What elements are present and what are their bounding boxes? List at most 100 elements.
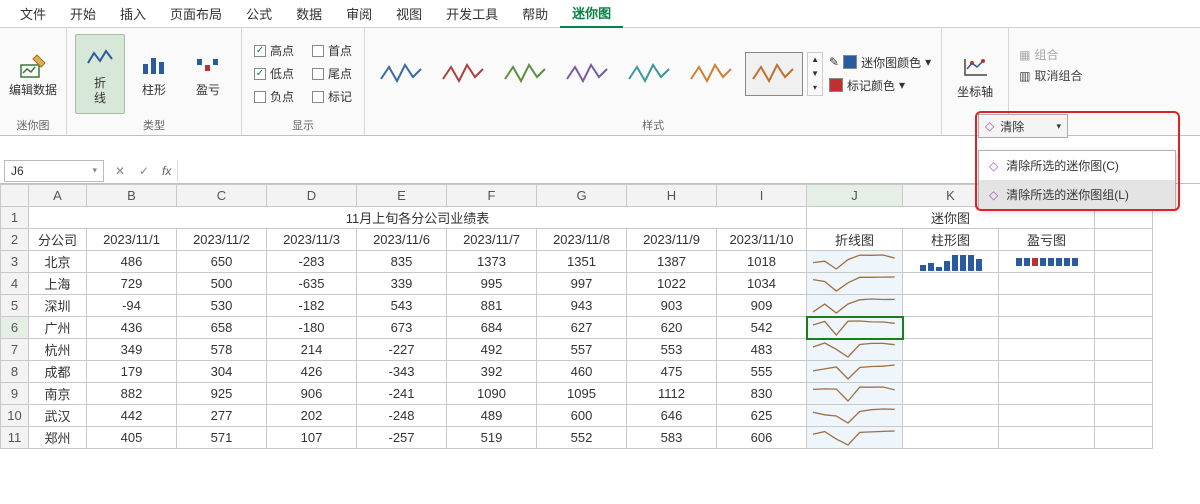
cancel-formula-button[interactable]: ✕ [108,160,132,182]
sparkline-cell-line[interactable] [807,405,903,427]
data-cell[interactable]: 620 [627,317,717,339]
branch-name[interactable]: 南京 [29,383,87,405]
branch-name[interactable]: 深圳 [29,295,87,317]
cell[interactable] [1095,339,1153,361]
show-check-标记[interactable]: 标记 [312,88,352,105]
data-cell[interactable]: 1018 [717,251,807,273]
col-header-G[interactable]: G [537,185,627,207]
menu-item-插入[interactable]: 插入 [108,0,158,27]
branch-name[interactable]: 上海 [29,273,87,295]
table-header[interactable]: 盈亏图 [999,229,1095,251]
cell[interactable] [1095,317,1153,339]
row-header-1[interactable]: 1 [1,207,29,229]
menu-item-视图[interactable]: 视图 [384,0,434,27]
data-cell[interactable]: 835 [357,251,447,273]
table-header[interactable]: 折线图 [807,229,903,251]
axis-button[interactable]: 坐标轴 [950,36,1000,116]
row-header-10[interactable]: 10 [1,405,29,427]
data-cell[interactable]: 658 [177,317,267,339]
data-cell[interactable]: 500 [177,273,267,295]
col-header-E[interactable]: E [357,185,447,207]
col-header-F[interactable]: F [447,185,537,207]
data-cell[interactable]: 646 [627,405,717,427]
menu-item-帮助[interactable]: 帮助 [510,0,560,27]
data-cell[interactable]: 1373 [447,251,537,273]
data-cell[interactable]: 684 [447,317,537,339]
data-cell[interactable]: 553 [627,339,717,361]
branch-name[interactable]: 郑州 [29,427,87,449]
cell[interactable] [903,273,999,295]
cell[interactable] [999,427,1095,449]
spreadsheet-grid[interactable]: ABCDEFGHIJKLM111月上旬各分公司业绩表迷你图2分公司2023/11… [0,184,1200,449]
branch-name[interactable]: 武汉 [29,405,87,427]
style-swatch-4[interactable] [621,52,679,96]
data-cell[interactable]: 906 [267,383,357,405]
data-cell[interactable]: -283 [267,251,357,273]
data-cell[interactable]: -94 [87,295,177,317]
data-cell[interactable]: 1387 [627,251,717,273]
cell[interactable] [999,295,1095,317]
menu-item-开始[interactable]: 开始 [58,0,108,27]
expand-gallery-icon[interactable]: ▾ [808,81,822,95]
cell[interactable] [999,383,1095,405]
data-cell[interactable]: 881 [447,295,537,317]
data-cell[interactable]: 405 [87,427,177,449]
menu-item-数据[interactable]: 数据 [284,0,334,27]
data-cell[interactable]: 304 [177,361,267,383]
table-header[interactable]: 2023/11/7 [447,229,537,251]
data-cell[interactable]: 925 [177,383,267,405]
data-cell[interactable]: 214 [267,339,357,361]
data-cell[interactable]: 578 [177,339,267,361]
data-cell[interactable]: 486 [87,251,177,273]
data-cell[interactable]: 673 [357,317,447,339]
cell[interactable] [903,383,999,405]
data-cell[interactable]: 436 [87,317,177,339]
data-cell[interactable]: -257 [357,427,447,449]
select-all-corner[interactable] [1,185,29,207]
sparkline-cell-line[interactable] [807,361,903,383]
style-swatch-0[interactable] [373,52,431,96]
table-header[interactable]: 2023/11/1 [87,229,177,251]
data-cell[interactable]: -248 [357,405,447,427]
sparkline-cell-line[interactable] [807,339,903,361]
style-swatch-2[interactable] [497,52,555,96]
type-column-button[interactable]: 柱形 [129,34,179,114]
row-header-9[interactable]: 9 [1,383,29,405]
cell[interactable] [1095,383,1153,405]
table-header[interactable]: 柱形图 [903,229,999,251]
data-cell[interactable]: 1095 [537,383,627,405]
table-header[interactable]: 2023/11/6 [357,229,447,251]
data-cell[interactable]: 555 [717,361,807,383]
style-swatch-6[interactable] [745,52,803,96]
data-cell[interactable]: 882 [87,383,177,405]
data-cell[interactable]: 460 [537,361,627,383]
row-header-6[interactable]: 6 [1,317,29,339]
col-header-C[interactable]: C [177,185,267,207]
cell[interactable] [1095,361,1153,383]
ungroup-button[interactable]: ▥取消组合 [1019,67,1082,84]
data-cell[interactable]: 995 [447,273,537,295]
clear-split-button[interactable]: ◇ 清除 ▾ [978,114,1068,138]
data-cell[interactable]: -241 [357,383,447,405]
branch-name[interactable]: 广州 [29,317,87,339]
cell[interactable] [999,361,1095,383]
sparkline-cell-winloss[interactable] [999,251,1095,273]
row-header-2[interactable]: 2 [1,229,29,251]
row-header-7[interactable]: 7 [1,339,29,361]
data-cell[interactable]: 729 [87,273,177,295]
data-cell[interactable]: 1090 [447,383,537,405]
show-check-首点[interactable]: 首点 [312,42,352,59]
data-cell[interactable]: 943 [537,295,627,317]
data-cell[interactable]: 557 [537,339,627,361]
data-cell[interactable]: 583 [627,427,717,449]
table-header[interactable]: 2023/11/2 [177,229,267,251]
data-cell[interactable]: 202 [267,405,357,427]
style-swatch-1[interactable] [435,52,493,96]
cell[interactable] [1095,251,1153,273]
show-check-低点[interactable]: 低点 [254,65,294,82]
row-header-4[interactable]: 4 [1,273,29,295]
table-title[interactable]: 11月上旬各分公司业绩表 [29,207,807,229]
show-check-高点[interactable]: 高点 [254,42,294,59]
style-swatch-3[interactable] [559,52,617,96]
data-cell[interactable]: 1022 [627,273,717,295]
